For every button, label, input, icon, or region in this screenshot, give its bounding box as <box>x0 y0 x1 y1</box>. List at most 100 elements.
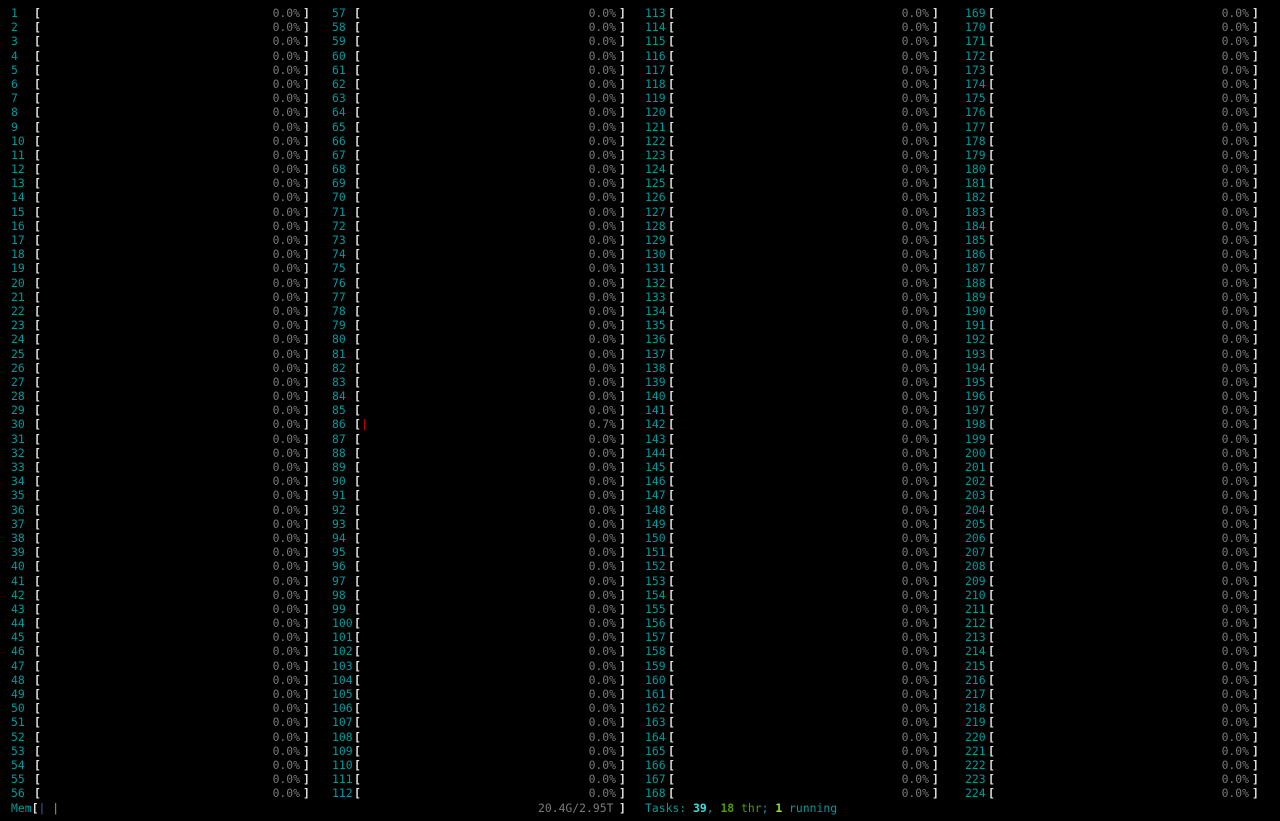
cpu-open-bracket: [ <box>354 332 361 347</box>
cpu-number: 143 <box>645 431 666 446</box>
cpu-percent: 0.0% <box>1221 644 1249 659</box>
cpu-percent: 0.0% <box>901 715 929 730</box>
cpu-open-bracket: [ <box>668 601 675 616</box>
cpu-number: 173 <box>965 62 986 77</box>
cpu-number: 19 <box>11 261 25 276</box>
cpu-close-bracket: ] <box>932 176 939 191</box>
cpu-number: 197 <box>965 403 986 418</box>
cpu-close-bracket: ] <box>619 403 626 418</box>
cpu-percent: 0.0% <box>272 616 300 631</box>
cpu-number: 96 <box>332 559 346 574</box>
cpu-open-bracket: [ <box>668 332 675 347</box>
cpu-open-bracket: [ <box>668 460 675 474</box>
cpu-percent: 0.0% <box>588 601 616 616</box>
cpu-close-bracket: ] <box>1252 360 1259 375</box>
cpu-number: 53 <box>11 743 25 758</box>
cpu-open-bracket: [ <box>988 318 995 333</box>
cpu-open-bracket: [ <box>668 389 675 404</box>
cpu-meter-119: 119[0.0%] <box>645 91 940 105</box>
cpu-number: 4 <box>11 48 18 63</box>
cpu-percent: 0.0% <box>272 162 300 177</box>
cpu-percent: 0.0% <box>272 360 300 375</box>
cpu-open-bracket: [ <box>668 630 675 645</box>
cpu-number: 80 <box>332 332 346 347</box>
cpu-open-bracket: [ <box>668 729 675 744</box>
cpu-open-bracket: [ <box>34 190 41 205</box>
cpu-number: 85 <box>332 403 346 418</box>
cpu-open-bracket: [ <box>668 445 675 460</box>
cpu-close-bracket: ] <box>303 545 310 560</box>
cpu-meter-91: 91 [0.0%] <box>332 488 627 502</box>
cpu-close-bracket: ] <box>619 757 626 772</box>
cpu-meter-179: 179[0.0%] <box>965 148 1260 162</box>
cpu-number: 199 <box>965 431 986 446</box>
cpu-number: 99 <box>332 601 346 616</box>
cpu-number: 125 <box>645 176 666 191</box>
cpu-meter-159: 159[0.0%] <box>645 659 940 673</box>
cpu-number: 188 <box>965 275 986 290</box>
cpu-percent: 0.0% <box>272 786 300 801</box>
cpu-meter-35: 35 [0.0%] <box>11 488 311 502</box>
cpu-close-bracket: ] <box>932 417 939 432</box>
cpu-close-bracket: ] <box>619 119 626 134</box>
cpu-number: 82 <box>332 360 346 375</box>
cpu-number: 1 <box>11 6 18 20</box>
cpu-number: 76 <box>332 275 346 290</box>
cpu-percent: 0.0% <box>588 701 616 716</box>
cpu-number: 47 <box>11 658 25 673</box>
cpu-number: 100 <box>332 616 353 631</box>
cpu-number: 83 <box>332 374 346 389</box>
cpu-percent: 0.0% <box>901 204 929 219</box>
cpu-number: 128 <box>645 218 666 233</box>
cpu-close-bracket: ] <box>932 715 939 730</box>
cpu-number: 163 <box>645 715 666 730</box>
cpu-close-bracket: ] <box>1252 176 1259 191</box>
cpu-open-bracket: [ <box>988 601 995 616</box>
cpu-percent: 0.0% <box>901 76 929 91</box>
cpu-close-bracket: ] <box>303 644 310 659</box>
cpu-number: 202 <box>965 474 986 489</box>
cpu-open-bracket: [ <box>34 601 41 616</box>
cpu-open-bracket: [ <box>668 701 675 716</box>
cpu-close-bracket: ] <box>1252 119 1259 134</box>
cpu-number: 63 <box>332 91 346 106</box>
cpu-open-bracket: [ <box>34 374 41 389</box>
cpu-open-bracket: [ <box>668 133 675 148</box>
threads-label: thr <box>734 801 762 815</box>
cpu-number: 116 <box>645 48 666 63</box>
cpu-open-bracket: [ <box>354 715 361 730</box>
cpu-number: 192 <box>965 332 986 347</box>
cpu-percent: 0.0% <box>272 48 300 63</box>
cpu-number: 159 <box>645 658 666 673</box>
cpu-meter-207: 207[0.0%] <box>965 545 1260 559</box>
cpu-number: 194 <box>965 360 986 375</box>
cpu-close-bracket: ] <box>1252 417 1259 432</box>
cpu-close-bracket: ] <box>303 701 310 716</box>
cpu-percent: 0.0% <box>272 303 300 318</box>
cpu-number: 120 <box>645 105 666 120</box>
cpu-close-bracket: ] <box>619 332 626 347</box>
cpu-percent: 0.0% <box>588 715 616 730</box>
tasks-separator-2: ; <box>761 801 776 815</box>
cpu-meter-103: 103[0.0%] <box>332 659 627 673</box>
cpu-meter-89: 89 [0.0%] <box>332 460 627 474</box>
cpu-number: 132 <box>645 275 666 290</box>
cpu-percent: 0.0% <box>901 62 929 77</box>
cpu-open-bracket: [ <box>988 289 995 304</box>
cpu-percent: 0.0% <box>1221 545 1249 560</box>
cpu-percent: 0.0% <box>272 204 300 219</box>
cpu-percent: 0.0% <box>588 403 616 418</box>
cpu-open-bracket: [ <box>34 204 41 219</box>
cpu-close-bracket: ] <box>303 91 310 106</box>
cpu-close-bracket: ] <box>303 729 310 744</box>
cpu-close-bracket: ] <box>932 644 939 659</box>
cpu-close-bracket: ] <box>303 559 310 574</box>
cpu-meter-175: 175[0.0%] <box>965 91 1260 105</box>
cpu-percent: 0.0% <box>588 62 616 77</box>
cpu-open-bracket: [ <box>34 360 41 375</box>
cpu-percent: 0.0% <box>1221 247 1249 262</box>
cpu-percent: 0.0% <box>588 105 616 120</box>
cpu-number: 174 <box>965 76 986 91</box>
cpu-meter-77: 77 [0.0%] <box>332 290 627 304</box>
cpu-percent: 0.0% <box>588 162 616 177</box>
